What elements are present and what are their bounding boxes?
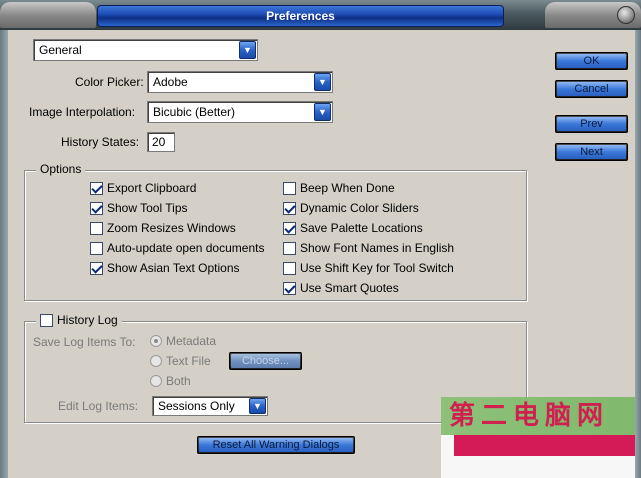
radio-metadata[interactable]: Metadata xyxy=(150,334,216,348)
checkbox-label: Dynamic Color Sliders xyxy=(300,201,419,215)
checkbox-box[interactable] xyxy=(283,221,296,235)
radio-label: Both xyxy=(166,374,191,388)
checkbox-box[interactable] xyxy=(90,181,103,195)
radio-label: Metadata xyxy=(166,334,217,348)
checkbox-dynamic-color-sliders[interactable]: Dynamic Color Sliders xyxy=(283,201,419,215)
choose-button[interactable]: Choose... xyxy=(229,352,302,370)
category-value: General xyxy=(39,43,82,57)
color-picker-select[interactable]: Adobe ▼ xyxy=(147,71,333,93)
checkbox-box[interactable] xyxy=(283,241,296,255)
checkbox-asian-text[interactable]: Show Asian Text Options xyxy=(90,261,240,275)
checkbox-label: Auto-update open documents xyxy=(107,241,265,255)
watermark-banner xyxy=(454,435,635,456)
radio-dot[interactable] xyxy=(150,375,162,387)
checkbox-label: Show Asian Text Options xyxy=(107,261,240,275)
interpolation-value: Bicubic (Better) xyxy=(153,105,236,119)
chevron-down-icon[interactable]: ▼ xyxy=(314,103,331,121)
cancel-button-label: Cancel xyxy=(557,82,626,96)
cancel-button[interactable]: Cancel xyxy=(555,80,628,98)
edit-log-items-select[interactable]: Sessions Only ▼ xyxy=(152,396,268,416)
chevron-down-icon[interactable]: ▼ xyxy=(314,73,331,91)
chevron-down-icon[interactable]: ▼ xyxy=(249,398,266,414)
checkbox-box[interactable] xyxy=(90,201,103,215)
checkbox-box[interactable] xyxy=(40,313,53,327)
radio-label: Text File xyxy=(166,354,211,368)
checkbox-box[interactable] xyxy=(283,261,296,275)
options-group-label: Options xyxy=(36,162,86,176)
checkbox-export-clipboard[interactable]: Export Clipboard xyxy=(90,181,196,195)
chevron-down-icon[interactable]: ▼ xyxy=(239,41,256,59)
checkbox-show-tool-tips[interactable]: Show Tool Tips xyxy=(90,201,188,215)
radio-dot[interactable] xyxy=(150,335,162,347)
checkbox-label: Use Shift Key for Tool Switch xyxy=(300,261,454,275)
checkbox-shift-key-tool-switch[interactable]: Use Shift Key for Tool Switch xyxy=(283,261,454,275)
title-bar: Preferences xyxy=(0,0,641,30)
checkbox-zoom-resizes-windows[interactable]: Zoom Resizes Windows xyxy=(90,221,236,235)
prev-button-label: Prev xyxy=(557,117,626,131)
history-states-input[interactable]: 20 xyxy=(147,132,175,152)
category-select[interactable]: General ▼ xyxy=(33,39,258,61)
next-button-label: Next xyxy=(557,145,626,159)
checkbox-box[interactable] xyxy=(283,201,296,215)
edit-log-items-value: Sessions Only xyxy=(158,399,235,413)
checkbox-box[interactable] xyxy=(90,221,103,235)
checkbox-label: Beep When Done xyxy=(300,181,395,195)
prev-button[interactable]: Prev xyxy=(555,115,628,133)
checkbox-box[interactable] xyxy=(283,281,296,295)
checkbox-label: Export Clipboard xyxy=(107,181,197,195)
edit-log-items-label: Edit Log Items: xyxy=(58,399,139,413)
checkbox-box[interactable] xyxy=(283,181,296,195)
checkbox-label: Use Smart Quotes xyxy=(300,281,399,295)
radio-both[interactable]: Both xyxy=(150,374,191,388)
checkbox-save-palette-locations[interactable]: Save Palette Locations xyxy=(283,221,423,235)
checkbox-box[interactable] xyxy=(90,241,103,255)
watermark-text: 第二电脑网 xyxy=(441,397,635,435)
interpolation-label: Image Interpolation: xyxy=(29,105,136,119)
color-picker-value: Adobe xyxy=(153,75,188,89)
checkbox-beep-when-done[interactable]: Beep When Done xyxy=(283,181,395,195)
ok-button-label: OK xyxy=(557,54,626,68)
next-button[interactable]: Next xyxy=(555,143,628,161)
window-title: Preferences xyxy=(97,5,504,27)
checkbox-auto-update[interactable]: Auto-update open documents xyxy=(90,241,264,255)
checkbox-label: Show Font Names in English xyxy=(300,241,455,255)
reset-warning-dialogs-button[interactable]: Reset All Warning Dialogs xyxy=(197,436,355,454)
close-icon[interactable] xyxy=(617,6,635,24)
history-states-label: History States: xyxy=(61,135,140,149)
title-bar-left-cap xyxy=(0,2,96,28)
checkbox-history-log[interactable]: History Log xyxy=(36,313,122,327)
save-log-items-label: Save Log Items To: xyxy=(33,335,136,349)
radio-dot[interactable] xyxy=(150,355,162,367)
ok-button[interactable]: OK xyxy=(555,52,628,70)
choose-button-label: Choose... xyxy=(231,354,300,368)
window-frame-right xyxy=(635,30,641,478)
interpolation-select[interactable]: Bicubic (Better) ▼ xyxy=(147,101,333,123)
reset-button-label: Reset All Warning Dialogs xyxy=(199,438,353,452)
checkbox-smart-quotes[interactable]: Use Smart Quotes xyxy=(283,281,399,295)
color-picker-label: Color Picker: xyxy=(75,75,144,89)
checkbox-font-names-english[interactable]: Show Font Names in English xyxy=(283,241,454,255)
checkbox-box[interactable] xyxy=(90,261,103,275)
checkbox-label: Save Palette Locations xyxy=(300,221,423,235)
radio-text-file[interactable]: Text File xyxy=(150,354,211,368)
checkbox-label: Show Tool Tips xyxy=(107,201,188,215)
history-log-label: History Log xyxy=(57,313,118,327)
checkbox-label: Zoom Resizes Windows xyxy=(107,221,236,235)
window-frame-left xyxy=(0,30,8,478)
